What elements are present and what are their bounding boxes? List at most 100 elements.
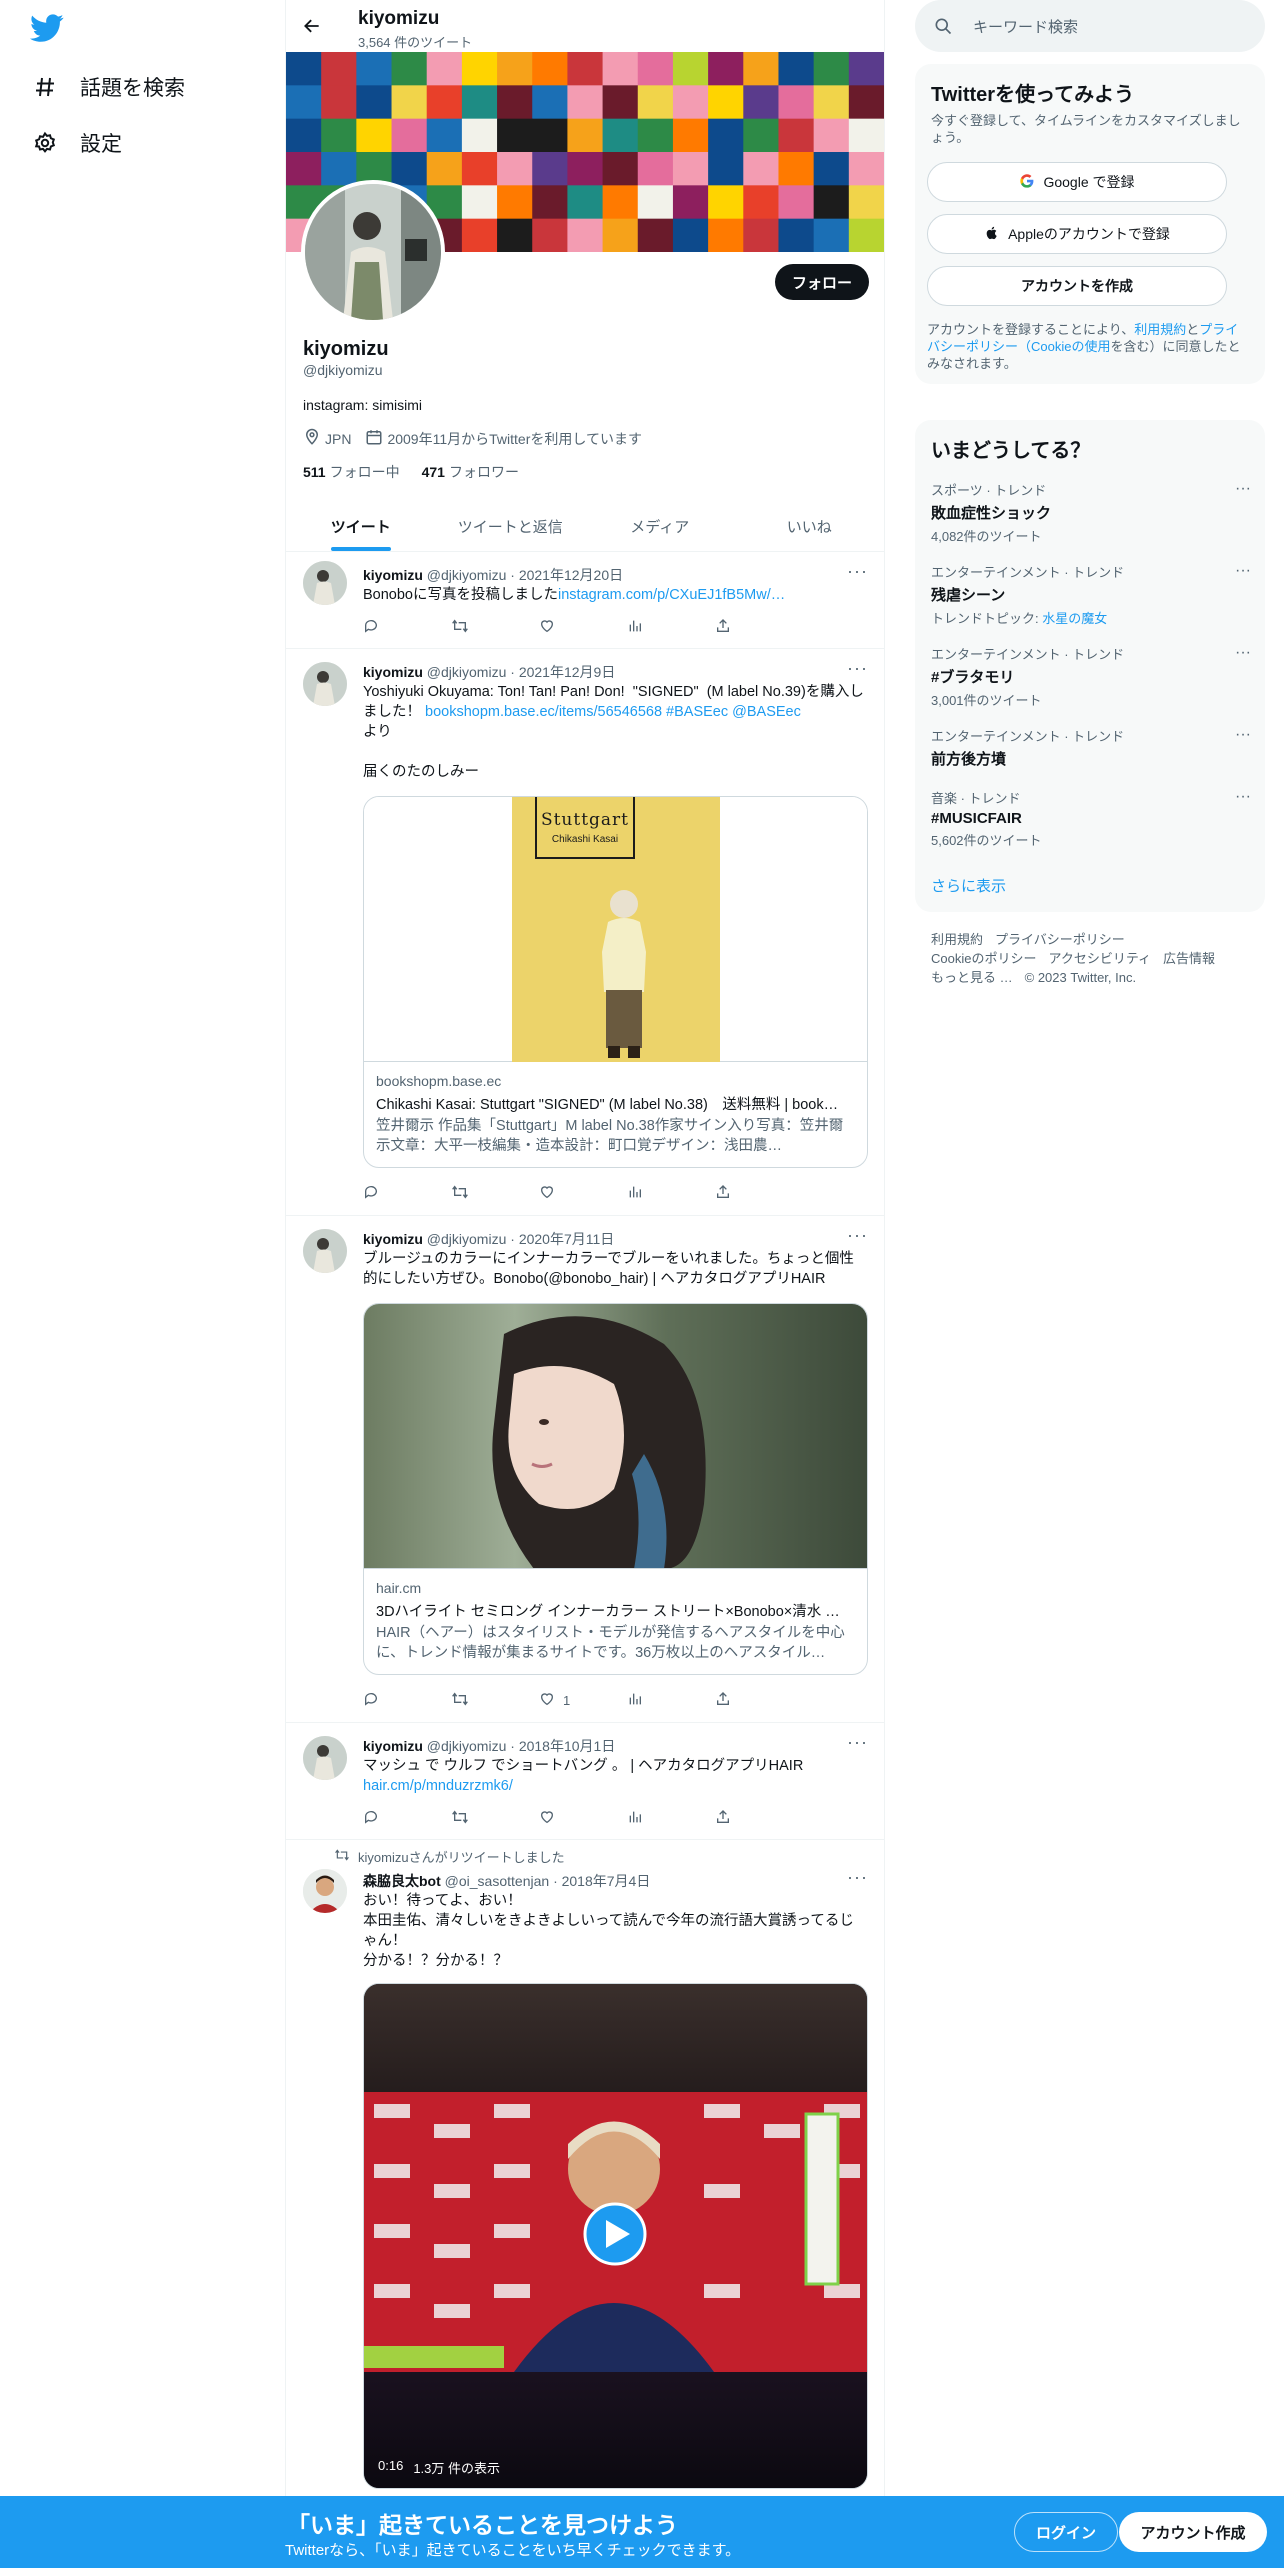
nav-explore[interactable]: 話題を検索 xyxy=(32,72,185,102)
tweet[interactable]: kiyomizuさんがリツイートしました 森脇良太bot @oi_sasotte… xyxy=(286,1841,884,2496)
trend-item[interactable]: スポーツ · トレンド 敗血症性ショック 4,082件のツイート ··· xyxy=(931,480,1251,545)
more-icon[interactable]: ··· xyxy=(1235,480,1251,498)
retweet-button[interactable] xyxy=(451,1183,539,1203)
reply-button[interactable] xyxy=(363,1808,451,1828)
trends-panel: いまどうしてる？ スポーツ · トレンド 敗血症性ショック 4,082件のツイー… xyxy=(915,420,1265,912)
retweet-indicator: kiyomizuさんがリツイートしました xyxy=(334,1847,565,1866)
play-icon[interactable] xyxy=(585,2204,645,2264)
banner-tile xyxy=(497,218,533,252)
tweet-actions xyxy=(363,617,803,637)
tab-likes[interactable]: いいね xyxy=(735,502,885,551)
more-icon[interactable]: ··· xyxy=(1235,726,1251,744)
tweet-link[interactable]: bookshopm.base.ec/items/56546568 #BASEec… xyxy=(425,704,801,720)
show-more-link[interactable]: さらに表示 xyxy=(931,875,1006,896)
search-input[interactable]: キーワード検索 xyxy=(973,16,1078,37)
trend-item[interactable]: エンターテインメント · トレンド 残虐シーン トレンドトピック: 水星の魔女 … xyxy=(931,562,1251,627)
signup-button[interactable]: アカウント作成 xyxy=(1119,2512,1267,2552)
reply-button[interactable] xyxy=(363,617,451,637)
reply-button[interactable] xyxy=(363,1690,451,1710)
google-signup-button[interactable]: Google で登録 xyxy=(927,162,1227,202)
tweet-avatar[interactable] xyxy=(303,561,347,605)
more-icon[interactable]: ··· xyxy=(1235,562,1251,580)
footer-link[interactable]: 利用規約 xyxy=(931,932,983,947)
tweet-link[interactable]: hair.cm/p/mnduzrzmk6/ xyxy=(363,1778,513,1794)
tweet[interactable]: kiyomizu @djkiyomizu · 2020年7月11日 ··· ブル… xyxy=(286,1217,884,1723)
trend-item[interactable]: エンターテインメント · トレンド 前方後方墳 ··· xyxy=(931,726,1251,769)
back-arrow-icon[interactable] xyxy=(298,12,326,40)
more-icon[interactable]: ··· xyxy=(847,1732,868,1753)
footer-link[interactable]: 広告情報 xyxy=(1163,951,1215,966)
tab-media[interactable]: メディア xyxy=(585,502,735,551)
views-button[interactable] xyxy=(627,1808,715,1828)
tweet-avatar[interactable] xyxy=(303,1229,347,1273)
tweet-link[interactable]: instagram.com/p/CXuEJ1fB5Mw/… xyxy=(558,587,785,603)
banner-tile xyxy=(778,118,815,153)
retweet-button[interactable] xyxy=(451,1690,539,1710)
like-count: 1 xyxy=(563,1692,571,1708)
footer-more-link[interactable]: もっと見る … xyxy=(931,970,1013,985)
profile-avatar[interactable] xyxy=(301,180,445,324)
banner-tile xyxy=(672,152,709,186)
footer-link[interactable]: プライバシーポリシー xyxy=(995,932,1125,947)
apple-signup-button[interactable]: Appleのアカウントで登録 xyxy=(927,214,1227,254)
more-icon[interactable]: ··· xyxy=(1235,644,1251,662)
link-card[interactable]: Stuttgart Chikashi Kasai bookshopm.base.… xyxy=(363,796,868,1168)
following-link[interactable]: 511 フォロー中 xyxy=(303,462,400,482)
like-button[interactable]: 1 xyxy=(539,1690,627,1710)
banner-tile xyxy=(461,152,498,186)
retweet-button[interactable] xyxy=(451,617,539,637)
profile-location: JPN xyxy=(325,430,352,447)
banner-tile xyxy=(743,185,779,220)
views-button[interactable] xyxy=(627,1183,715,1203)
tab-tweets-replies[interactable]: ツイートと返信 xyxy=(436,502,586,551)
tweet[interactable]: kiyomizu @djkiyomizu · 2021年12月20日 ··· B… xyxy=(286,553,884,649)
trend-item[interactable]: エンターテインメント · トレンド #ブラタモリ 3,001件のツイート ··· xyxy=(931,644,1251,709)
tweet-avatar[interactable] xyxy=(303,1736,347,1780)
like-button[interactable] xyxy=(539,1183,627,1203)
share-button[interactable] xyxy=(715,1183,803,1203)
link-card[interactable]: hair.cm 3Dハイライト セミロング インナーカラー ストリート×Bono… xyxy=(363,1303,868,1675)
tab-tweets[interactable]: ツイート xyxy=(286,502,436,551)
views-button[interactable] xyxy=(627,1690,715,1710)
trend-topic-link[interactable]: 水星の魔女 xyxy=(1042,611,1107,626)
video-player[interactable]: 0:16 1.3万 件の表示 xyxy=(363,1983,868,2489)
nav-settings[interactable]: 設定 xyxy=(32,128,122,158)
profile-meta: JPN 2009年11月からTwitterを利用しています xyxy=(303,428,642,449)
share-button[interactable] xyxy=(715,1808,803,1828)
views-button[interactable] xyxy=(627,617,715,637)
followers-link[interactable]: 471 フォロワー xyxy=(422,462,519,482)
more-icon[interactable]: ··· xyxy=(847,561,868,582)
tweet[interactable]: kiyomizu @djkiyomizu · 2021年12月9日 ··· Yo… xyxy=(286,650,884,1216)
footer-link[interactable]: アクセシビリティ xyxy=(1048,951,1151,966)
reply-button[interactable] xyxy=(363,1183,451,1203)
banner-tile xyxy=(602,218,639,252)
banner-tile xyxy=(497,118,533,153)
more-icon[interactable]: ··· xyxy=(847,1867,868,1888)
tweet[interactable]: kiyomizu @djkiyomizu · 2018年10月1日 ··· マッ… xyxy=(286,1724,884,1840)
search-box[interactable]: キーワード検索 xyxy=(915,0,1265,52)
more-icon[interactable]: ··· xyxy=(1235,788,1251,806)
banner-tile xyxy=(813,118,850,153)
heart-icon xyxy=(539,1691,555,1710)
share-button[interactable] xyxy=(715,617,803,637)
login-button[interactable]: ログイン xyxy=(1014,2512,1118,2552)
analytics-icon xyxy=(627,1809,643,1828)
banner-tile xyxy=(391,118,428,153)
tweet-avatar[interactable] xyxy=(303,1869,347,1913)
terms-link[interactable]: 利用規約 xyxy=(1134,322,1186,337)
like-button[interactable] xyxy=(539,617,627,637)
footer-link[interactable]: Cookieのポリシー xyxy=(931,951,1036,966)
retweet-button[interactable] xyxy=(451,1808,539,1828)
like-button[interactable] xyxy=(539,1808,627,1828)
banner-tile xyxy=(461,52,498,86)
more-icon[interactable]: ··· xyxy=(847,658,868,679)
banner-tile xyxy=(497,185,533,220)
twitter-logo-icon[interactable] xyxy=(30,14,64,44)
profile-column: kiyomizu 3,564 件のツイート フォロー kiyomizu @djk… xyxy=(285,0,885,2568)
tweet-avatar[interactable] xyxy=(303,662,347,706)
trend-item[interactable]: 音楽 · トレンド #MUSICFAIR 5,602件のツイート ··· xyxy=(931,788,1251,849)
share-button[interactable] xyxy=(715,1690,803,1710)
more-icon[interactable]: ··· xyxy=(847,1225,868,1246)
create-account-button[interactable]: アカウントを作成 xyxy=(927,266,1227,306)
follow-button[interactable]: フォロー xyxy=(775,264,869,300)
